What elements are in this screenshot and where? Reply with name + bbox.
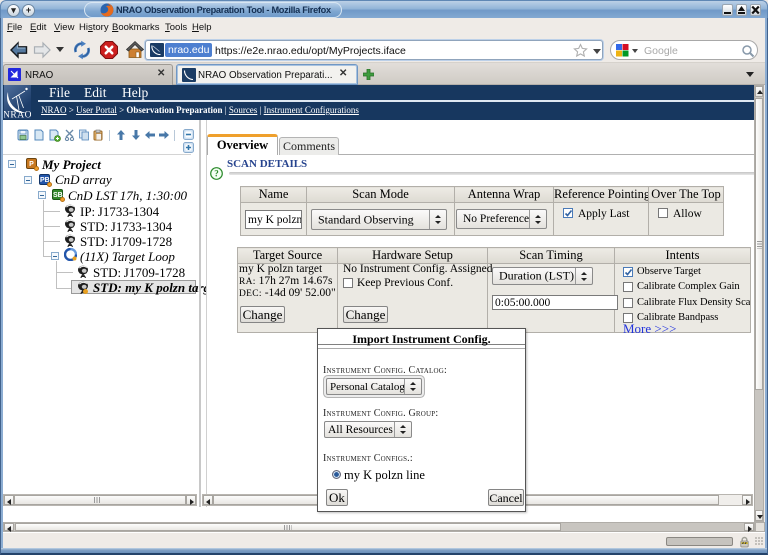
svg-text:NRAO: NRAO — [4, 111, 31, 120]
svg-text:?: ? — [214, 169, 219, 179]
